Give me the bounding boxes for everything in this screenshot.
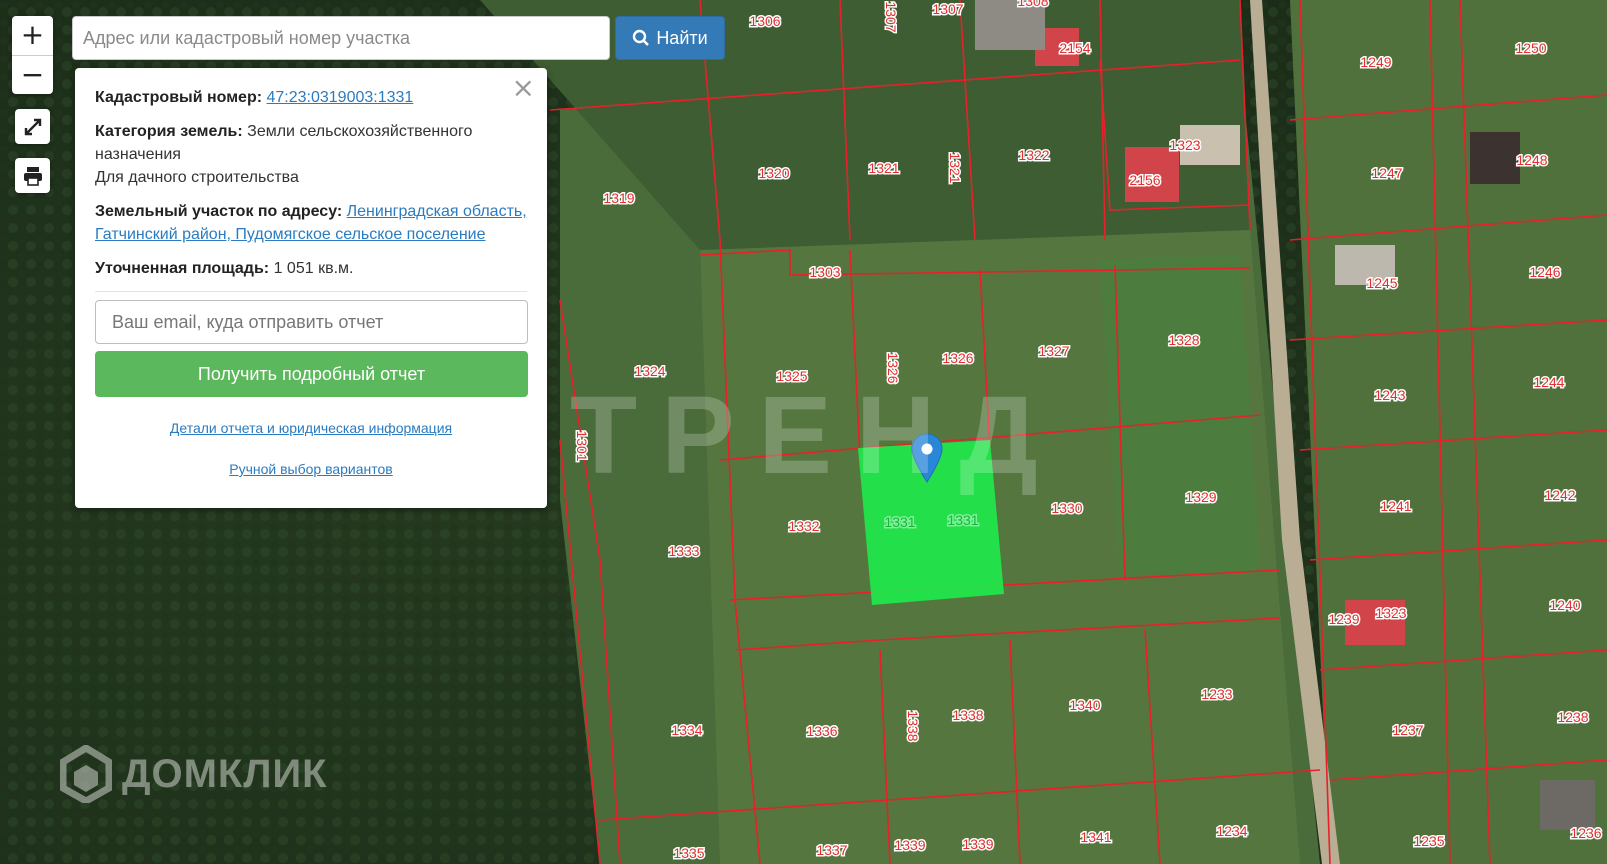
parcel-number-label: 1307	[883, 1, 899, 32]
parcel-number-label: 1246	[1529, 264, 1560, 280]
search-input[interactable]	[72, 16, 610, 60]
search-button[interactable]: Найти	[615, 16, 725, 60]
address-label: Земельный участок по адресу:	[95, 203, 343, 220]
printer-icon	[23, 166, 42, 186]
parcel-number-label: 1328	[1168, 332, 1199, 348]
parcel-number-label: 2154	[1059, 40, 1090, 56]
parcel-number-label: 1235	[1413, 833, 1444, 849]
domclick-watermark: ДОМКЛИК	[60, 745, 328, 803]
search-button-label: Найти	[656, 27, 708, 48]
parcel-info-popup: × Кадастровый номер: 47:23:0319003:1331 …	[75, 68, 547, 508]
email-field[interactable]	[95, 300, 528, 344]
area-label: Уточненная площадь:	[95, 260, 270, 277]
parcel-number-label: 1322	[1018, 147, 1049, 163]
parcel-number-label: 1338	[952, 707, 983, 723]
manual-selection-link[interactable]: Ручной выбор вариантов	[95, 458, 527, 481]
parcel-number-label: 1236	[1570, 825, 1601, 841]
divider	[95, 291, 527, 292]
parcel-number-label: 1335	[673, 845, 704, 861]
parcel-number-label: 1326	[942, 350, 973, 366]
parcel-number-label: 1338	[905, 710, 921, 741]
domclick-wordmark: ДОМКЛИК	[122, 751, 328, 796]
parcel-number-label: 1337	[816, 842, 847, 858]
parcel-number-label: 1237	[1392, 722, 1423, 738]
close-icon[interactable]: ×	[512, 74, 535, 102]
cadastral-number-link[interactable]: 47:23:0319003:1331	[267, 89, 414, 106]
parcel-number-label: 1242	[1544, 487, 1575, 503]
parcel-number-label: 1340	[1069, 697, 1100, 713]
parcel-number-label: 1331	[947, 512, 978, 528]
parcel-number-label: 1319	[603, 190, 634, 206]
parcel-number-label: 1336	[806, 723, 837, 739]
parcel-number-label: 1330	[1051, 500, 1082, 516]
parcel-number-label: 1323	[1169, 137, 1200, 153]
parcel-number-label: 1234	[1216, 823, 1247, 839]
zoom-out-button[interactable]: −	[12, 55, 53, 94]
cadastral-row: Кадастровый номер: 47:23:0319003:1331	[95, 86, 527, 109]
parcel-number-label: 1248	[1516, 152, 1547, 168]
print-button[interactable]	[15, 158, 50, 193]
parcel-number-label: 1247	[1371, 165, 1402, 181]
usage-value: Для дачного строительства	[95, 169, 299, 186]
area-value: 1 051 кв.м.	[273, 260, 354, 277]
house-logo-icon	[60, 745, 112, 803]
category-row: Категория земель: Земли сельскохозяйстве…	[95, 120, 527, 189]
parcel-number-label: 1308	[1017, 0, 1048, 9]
parcel-number-label: 1334	[671, 722, 702, 738]
parcel-number-label: 1333	[668, 543, 699, 559]
zoom-in-button[interactable]: +	[12, 16, 53, 55]
parcel-number-label: 1233	[1201, 686, 1232, 702]
parcel-number-label: 1307	[932, 1, 963, 17]
parcel-number-label: 1329	[1185, 489, 1216, 505]
parcel-number-label: 1341	[1080, 829, 1111, 845]
parcel-number-label: 1238	[1557, 709, 1588, 725]
zoom-control[interactable]: + −	[12, 16, 53, 94]
parcel-number-label: 1250	[1515, 40, 1546, 56]
parcel-number-label: 1303	[809, 264, 840, 280]
parcel-number-label: 1241	[1380, 498, 1411, 514]
report-details-link[interactable]: Детали отчета и юридическая информация	[95, 417, 527, 440]
parcel-number-label: 1327	[1038, 343, 1069, 359]
parcel-number-label: 1239	[1328, 611, 1359, 627]
get-report-button[interactable]: Получить подробный отчет	[95, 351, 528, 397]
parcel-number-label: 1244	[1533, 374, 1564, 390]
parcel-number-label: 1339	[894, 837, 925, 853]
parcel-number-label: 1249	[1360, 54, 1391, 70]
trend-watermark: ТРЕНД	[570, 374, 1062, 497]
parcel-number-label: 1323	[1375, 605, 1406, 621]
fullscreen-button[interactable]	[15, 109, 50, 144]
parcel-number-label: 1306	[749, 13, 780, 29]
parcel-number-label: 1240	[1549, 597, 1580, 613]
category-label: Категория земель:	[95, 123, 243, 140]
parcel-number-label: 2156	[1129, 172, 1160, 188]
parcel-number-label: 1339	[962, 836, 993, 852]
parcel-number-label: 1245	[1366, 275, 1397, 291]
parcel-number-label: 1320	[758, 165, 789, 181]
parcel-number-label: 1331	[884, 514, 915, 530]
expand-icon	[24, 118, 41, 135]
parcel-number-label: 1332	[788, 518, 819, 534]
parcel-number-label: 1321	[947, 152, 963, 183]
search-icon	[633, 29, 650, 46]
area-row: Уточненная площадь: 1 051 кв.м.	[95, 257, 527, 280]
parcel-number-label: 1243	[1374, 387, 1405, 403]
parcel-number-label: 1321	[868, 160, 899, 176]
cadastral-label: Кадастровый номер:	[95, 89, 263, 106]
address-row: Земельный участок по адресу: Ленинградск…	[95, 200, 527, 246]
